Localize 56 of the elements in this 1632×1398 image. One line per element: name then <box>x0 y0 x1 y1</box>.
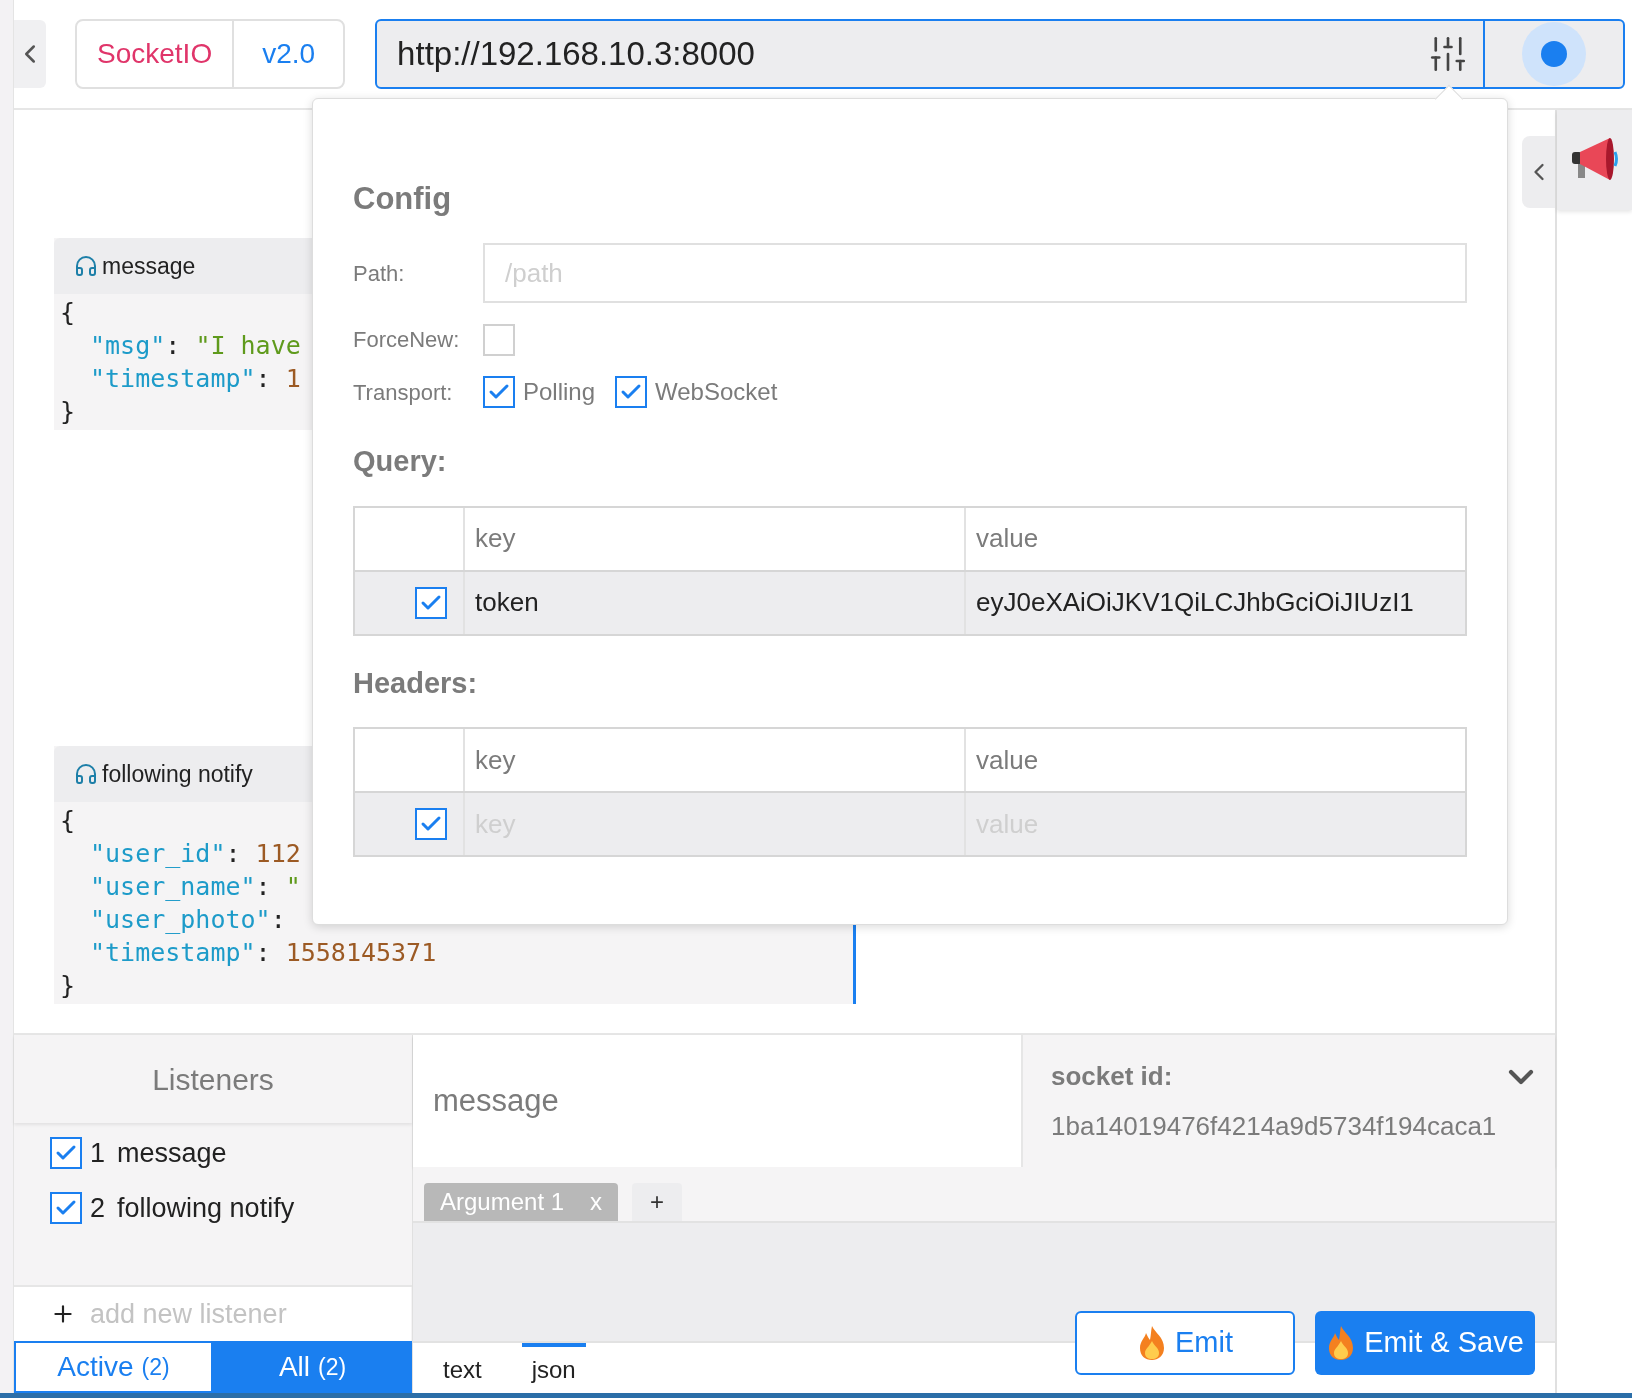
event-name: message <box>102 251 196 281</box>
code-line: } <box>60 396 76 428</box>
column-header: key <box>475 522 516 555</box>
add-argument-button[interactable]: + <box>632 1183 683 1221</box>
listener-name[interactable]: message <box>117 1133 227 1174</box>
code-line: { <box>60 805 76 837</box>
code-line: "timestamp": 1558145371 <box>89 937 437 969</box>
config-title: Config <box>353 180 453 218</box>
socket-id-label: socket id: <box>1051 1060 1173 1093</box>
listeners-title: Listeners <box>152 1061 274 1098</box>
force-new-label: ForceNew: <box>353 326 461 354</box>
transport-label: Transport: <box>353 378 454 407</box>
checkbox[interactable] <box>415 808 447 840</box>
emit-button[interactable]: Emit <box>1075 1311 1295 1375</box>
back-button[interactable] <box>14 20 46 88</box>
new-listener-input[interactable]: add new listener <box>90 1287 411 1341</box>
listener-name[interactable]: following notify <box>117 1187 295 1228</box>
code-line: "user_photo": <box>89 904 286 936</box>
url-input[interactable]: http://192.168.10.3:8000 <box>377 29 1427 79</box>
event-name: following notify <box>102 759 253 789</box>
code-line: "msg": "I have <box>89 330 301 362</box>
headphones-icon <box>74 762 98 786</box>
socket-id: 1ba14019476f4214a9d5734f194caca1 <box>1051 1109 1498 1143</box>
filter-tab[interactable]: Active (2) <box>14 1341 213 1393</box>
query-title: Query: <box>353 444 448 479</box>
column-header: value <box>976 522 1039 555</box>
listener-index: 1 <box>90 1137 106 1170</box>
flame-icon <box>1137 1325 1167 1361</box>
transport-option[interactable]: WebSocket <box>655 374 778 410</box>
filter-tab[interactable]: All (2) <box>213 1341 412 1393</box>
protocol-version[interactable]: v2.0 <box>234 21 344 87</box>
code-line: } <box>60 970 76 1002</box>
column-header: key <box>475 743 516 777</box>
headers-title: Headers: <box>353 665 479 701</box>
transport-option[interactable]: Polling <box>523 374 596 410</box>
checkbox[interactable] <box>50 1191 82 1224</box>
code-line: "user_name": " <box>89 871 301 903</box>
table-cell[interactable]: eyJ0eXAiOiJKV1QiLCJhbGciOiJIUzI1 <box>966 571 1465 634</box>
event-name-input[interactable]: message <box>433 1077 1021 1125</box>
code-line: "user_id": 112 <box>89 838 301 870</box>
format-tab[interactable]: text <box>433 1343 492 1393</box>
checkbox[interactable] <box>615 376 648 408</box>
code-line: "timestamp": 1 <box>89 363 301 395</box>
column-header: value <box>976 743 1039 777</box>
path-label: Path: <box>353 259 406 288</box>
collapse-button[interactable] <box>1522 136 1555 208</box>
headphones-icon <box>74 254 98 278</box>
listener-index: 2 <box>90 1191 106 1225</box>
url-field[interactable]: http://192.168.10.3:8000 <box>375 19 1625 89</box>
protocol-name[interactable]: SocketIO <box>77 21 235 87</box>
table-cell[interactable]: token <box>465 571 966 634</box>
checkbox[interactable] <box>415 586 447 619</box>
checkbox[interactable] <box>50 1137 82 1170</box>
emit-button[interactable]: Emit & Save <box>1315 1311 1535 1375</box>
code-line: { <box>60 297 76 329</box>
checkbox[interactable] <box>483 376 515 408</box>
